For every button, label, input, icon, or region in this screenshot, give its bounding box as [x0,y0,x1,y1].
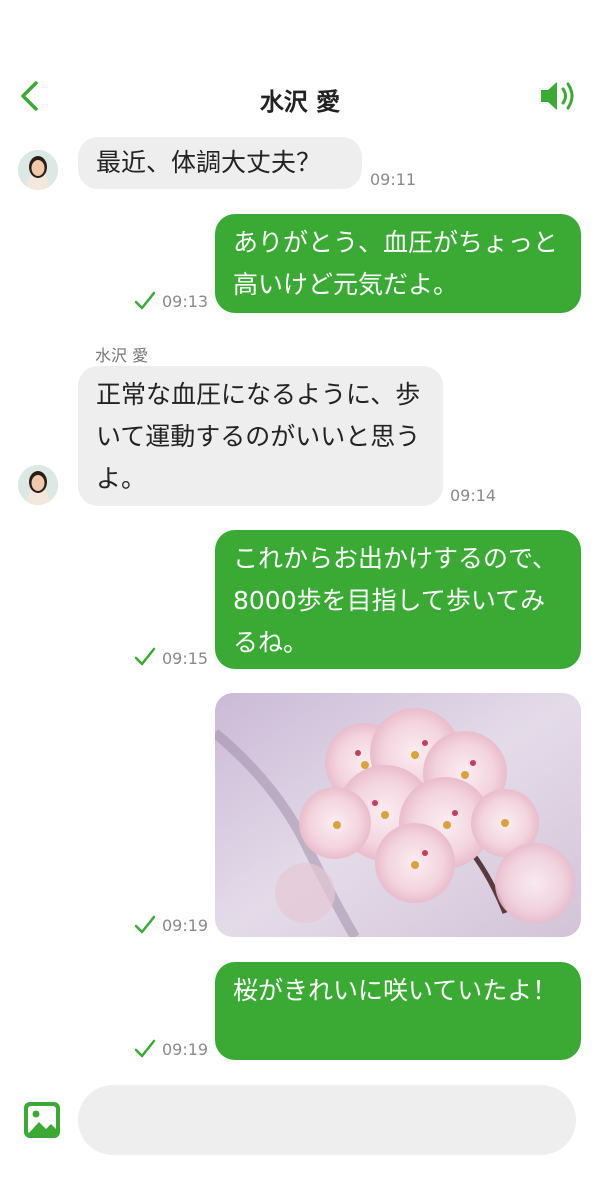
outgoing-message-bubble[interactable]: これからお出かけするので、8000歩を目指して歩いてみるね。 [215,530,581,669]
avatar[interactable] [18,465,58,505]
message-timestamp: 09:14 [450,486,497,505]
read-check-icon [134,915,156,934]
message-timestamp: 09:19 [162,1040,209,1059]
speaker-icon[interactable] [538,78,578,114]
avatar[interactable] [18,150,58,190]
message-timestamp: 09:15 [162,649,209,668]
message-composer [0,1080,600,1160]
message-timestamp: 09:13 [162,292,209,311]
incoming-message-bubble[interactable]: 最近、体調大丈夫？ [78,137,362,189]
message-text: これからお出かけするので、8000歩を目指して歩いてみるね。 [233,544,558,657]
avatar-photo-icon [18,465,58,505]
read-check-icon [134,1039,156,1058]
message-timestamp: 09:11 [370,170,417,189]
outgoing-message-bubble[interactable]: 桜がきれいに咲いていたよ！ [215,962,581,1060]
message-text: 桜がきれいに咲いていたよ！ [233,976,558,1005]
image-gallery-icon[interactable] [22,1100,62,1140]
cherry-blossom-photo[interactable] [215,693,581,937]
sender-name: 水沢 愛 [95,346,149,365]
outgoing-message-bubble[interactable]: ありがとう、血圧がちょっと高いけど元気だよ。 [215,214,581,313]
cherry-blossom-image [215,693,581,937]
message-input[interactable] [78,1085,576,1155]
message-text: 正常な血圧になるように、歩いて運動するのがいいと思うよ。 [96,380,421,493]
contact-name: 水沢 愛 [259,88,341,116]
chat-header: 水沢 愛 [0,60,600,132]
avatar-photo-icon [18,150,58,190]
incoming-message-bubble[interactable]: 正常な血圧になるように、歩いて運動するのがいいと思うよ。 [78,366,443,506]
message-text: ありがとう、血圧がちょっと高いけど元気だよ。 [233,228,559,299]
read-check-icon [134,291,156,310]
message-timestamp: 09:19 [162,916,209,935]
read-check-icon [134,647,156,666]
message-text: 最近、体調大丈夫？ [96,148,322,177]
